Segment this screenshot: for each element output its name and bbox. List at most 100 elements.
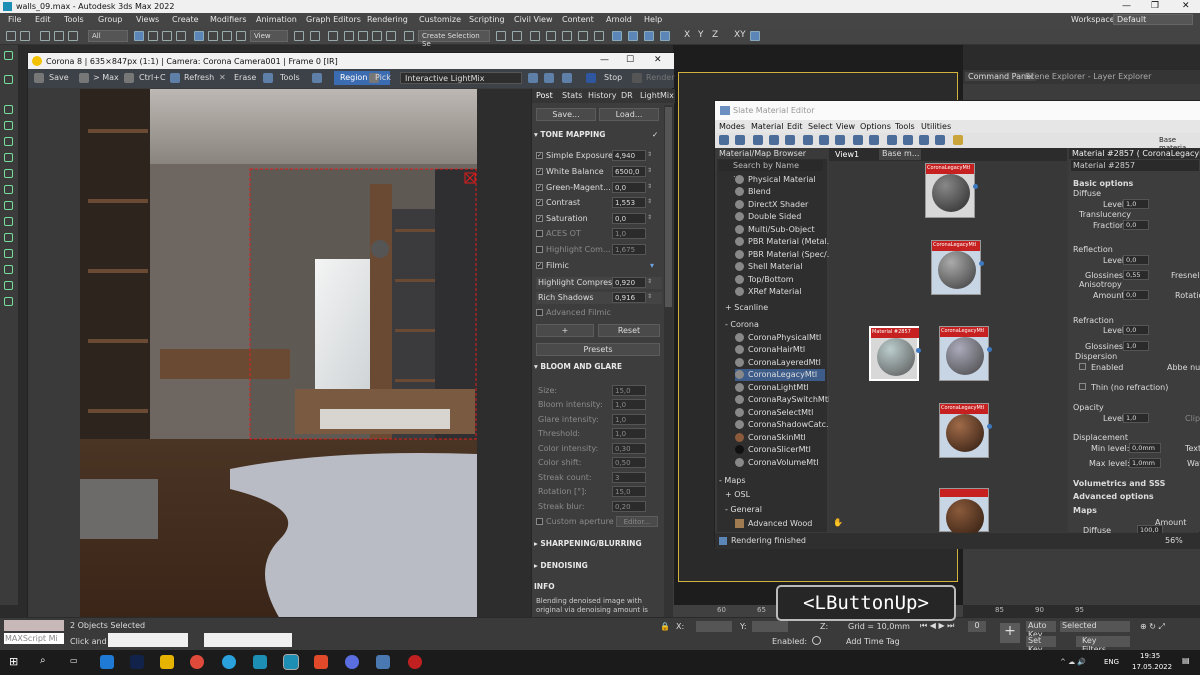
denoising-header[interactable]: ▸ DENOISING xyxy=(534,561,662,573)
group-corona[interactable]: - Corona xyxy=(725,320,825,331)
move-icon[interactable] xyxy=(194,31,204,41)
windows-start-icon[interactable]: ⊞ xyxy=(9,655,18,668)
snaps-toggle-icon[interactable] xyxy=(344,31,354,41)
unlink-icon[interactable] xyxy=(54,31,64,41)
min-level-input[interactable]: 0,0mm xyxy=(1129,443,1161,453)
grid-icon[interactable] xyxy=(935,135,945,145)
glare-intensity-input[interactable]: 1,0 xyxy=(612,414,646,425)
bloom-intensity-input[interactable]: 1,0 xyxy=(612,399,646,410)
menu-edit[interactable]: Edit xyxy=(35,15,51,24)
close-icon[interactable]: ✕ xyxy=(654,55,662,65)
list-item-selected[interactable]: CoronaLegacyMtl xyxy=(735,369,825,381)
tool-icon[interactable] xyxy=(4,249,13,258)
checkbox[interactable]: ✓ xyxy=(536,262,543,269)
tool-icon[interactable] xyxy=(4,105,13,114)
delete-icon[interactable] xyxy=(785,135,795,145)
align-icon[interactable] xyxy=(512,31,522,41)
select-object-icon[interactable] xyxy=(134,31,144,41)
refraction-glossiness-input[interactable]: 1,0 xyxy=(1123,341,1149,351)
checkbox[interactable]: ✓ xyxy=(536,168,543,175)
ref-coord-dropdown[interactable]: View xyxy=(250,30,288,42)
tool-icon[interactable] xyxy=(4,153,13,162)
rectangular-selection-icon[interactable] xyxy=(162,31,172,41)
sme-menu-select[interactable]: Select xyxy=(808,122,833,131)
scrollbar-thumb[interactable] xyxy=(665,107,672,307)
list-item[interactable]: CoronaShadowCatc... xyxy=(735,419,834,431)
spinner-snap-icon[interactable] xyxy=(386,31,396,41)
tab-stats[interactable]: Stats xyxy=(562,91,582,100)
rotate-icon[interactable] xyxy=(208,31,218,41)
menu-content[interactable]: Content xyxy=(562,15,594,24)
tool-icon[interactable] xyxy=(4,217,13,226)
bloom-glare-header[interactable]: ▾ BLOOM AND GLARE xyxy=(534,362,662,374)
sme-menu-options[interactable]: Options xyxy=(860,122,891,131)
spinner-icon[interactable]: ⇕ xyxy=(647,214,652,221)
list-item[interactable]: CoronaPhysicalMtl xyxy=(735,332,825,344)
load-settings-button[interactable]: Load... xyxy=(599,108,659,121)
list-item[interactable]: CoronaLayeredMtl xyxy=(735,357,825,369)
rendered-frame-window-icon[interactable] xyxy=(644,31,654,41)
add-operator-button[interactable]: + xyxy=(536,324,594,337)
size-input[interactable]: 15,0 xyxy=(612,385,646,396)
restore-icon[interactable]: ❐ xyxy=(1151,1,1159,11)
reflection-level-input[interactable]: 0,0 xyxy=(1123,255,1149,265)
copy-to-max-button[interactable]: > Max xyxy=(91,72,121,84)
y-coordinate-input[interactable] xyxy=(752,621,788,632)
file-explorer-icon[interactable] xyxy=(160,655,174,669)
check-icon[interactable]: ✓ xyxy=(652,130,658,139)
refresh-button[interactable]: Refresh xyxy=(182,72,216,84)
menu-rendering[interactable]: Rendering xyxy=(367,15,408,24)
app-icon[interactable] xyxy=(408,655,422,669)
sme-menu-view[interactable]: View xyxy=(836,122,855,131)
mirror-icon[interactable] xyxy=(496,31,506,41)
list-item[interactable]: Top/Bottom xyxy=(735,274,825,286)
undo-icon[interactable] xyxy=(6,31,16,41)
render-production-icon[interactable] xyxy=(660,31,670,41)
move-children-icon[interactable] xyxy=(803,135,813,145)
streak-blur-input[interactable]: 0,20 xyxy=(612,501,646,512)
list-item[interactable]: CoronaLightMtl xyxy=(735,382,825,394)
menu-group[interactable]: Group xyxy=(98,15,122,24)
3dsmax-icon[interactable] xyxy=(253,655,267,669)
notifications-icon[interactable]: ▤ xyxy=(1182,656,1190,665)
set-key-button[interactable]: Set Key xyxy=(1026,636,1056,654)
chrome-icon[interactable] xyxy=(190,655,204,669)
set-key-icon[interactable]: + xyxy=(1000,623,1020,643)
list-item[interactable]: Double Sided xyxy=(735,211,825,223)
nav-icon[interactable] xyxy=(903,135,913,145)
maps-header[interactable]: Maps xyxy=(1073,506,1097,515)
axis-x[interactable]: X xyxy=(684,30,690,40)
app-icon[interactable] xyxy=(376,655,390,669)
tool-icon[interactable] xyxy=(4,185,13,194)
diffuse-level-input[interactable]: 1,0 xyxy=(1123,199,1149,209)
menu-tools[interactable]: Tools xyxy=(64,15,84,24)
material-params-icon[interactable] xyxy=(887,135,897,145)
render-image[interactable] xyxy=(80,89,477,619)
output-port[interactable] xyxy=(987,347,992,352)
x-coordinate-input[interactable] xyxy=(696,621,732,632)
browser-search-input[interactable]: Search by Name ... xyxy=(719,160,823,179)
max-level-input[interactable]: 1,0mm xyxy=(1129,458,1161,468)
task-view-icon[interactable]: ▭ xyxy=(70,656,78,665)
list-item[interactable]: CoronaSkinMtl xyxy=(735,432,825,444)
dispersion-checkbox[interactable] xyxy=(1079,363,1086,370)
glossiness-input[interactable]: 0,55 xyxy=(1123,270,1149,280)
color-shift-input[interactable]: 0,50 xyxy=(612,457,646,468)
maximize-icon[interactable]: ☐ xyxy=(626,55,634,65)
tool-icon[interactable] xyxy=(4,51,13,60)
viewport-nav-icons[interactable]: ⊕ ↻ ⤢ xyxy=(1140,622,1165,632)
output-port[interactable] xyxy=(987,424,992,429)
app-icon[interactable] xyxy=(100,655,114,669)
simple-exposure-input[interactable]: 4,940 xyxy=(612,150,646,161)
menu-views[interactable]: Views xyxy=(136,15,159,24)
ctrl-c-button[interactable]: Ctrl+C xyxy=(137,72,168,84)
sme-menu-tools[interactable]: Tools xyxy=(895,122,915,131)
tab-history[interactable]: History xyxy=(588,91,616,100)
bind-spacewarp-icon[interactable] xyxy=(68,31,78,41)
threshold-input[interactable]: 1,0 xyxy=(612,428,646,439)
rotation-input[interactable]: 15,0 xyxy=(612,486,646,497)
tool-icon[interactable] xyxy=(4,137,13,146)
saturation-input[interactable]: 0,0 xyxy=(612,213,646,224)
fit-icon[interactable] xyxy=(562,73,572,83)
layout-children-icon[interactable] xyxy=(869,135,879,145)
